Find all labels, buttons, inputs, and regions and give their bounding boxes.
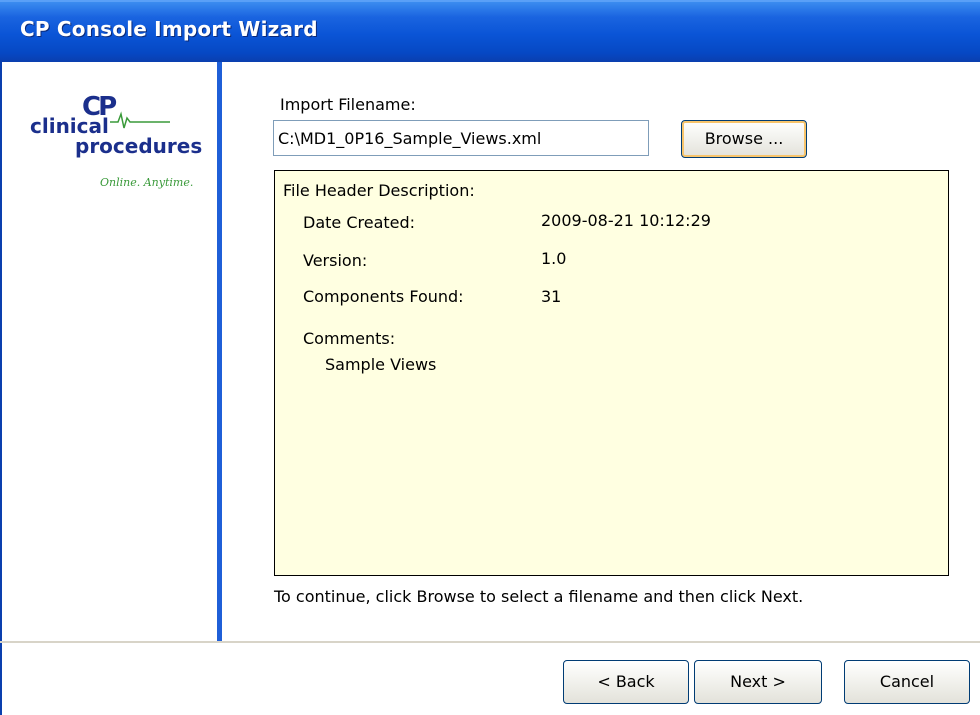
window-title: CP Console Import Wizard	[20, 17, 318, 41]
logo-word-procedures: procedures	[75, 134, 203, 158]
file-header-panel: File Header Description: Date Created: 2…	[274, 170, 949, 576]
sidebar-divider	[217, 62, 222, 642]
wizard-footer	[0, 643, 980, 715]
version-label: Version:	[303, 251, 368, 270]
comments-value: Sample Views	[325, 355, 437, 374]
browse-button[interactable]: Browse ...	[681, 120, 807, 158]
title-bar: CP Console Import Wizard	[0, 0, 980, 62]
comments-label: Comments:	[303, 329, 396, 348]
cancel-button[interactable]: Cancel	[844, 660, 970, 704]
file-header-title: File Header Description:	[283, 181, 475, 200]
date-created-label: Date Created:	[303, 213, 416, 232]
date-created-value: 2009-08-21 10:12:29	[541, 211, 711, 230]
logo-tagline: Online. Anytime.	[100, 176, 194, 189]
back-button[interactable]: < Back	[563, 660, 689, 704]
clinical-procedures-logo: CP clinical procedures Online. Anytime.	[30, 92, 203, 192]
next-button[interactable]: Next >	[694, 660, 822, 704]
version-value: 1.0	[541, 249, 567, 268]
heartbeat-line-icon	[110, 111, 170, 129]
import-filename-label: Import Filename:	[280, 95, 416, 114]
import-filename-input[interactable]	[273, 120, 649, 156]
components-found-label: Components Found:	[303, 287, 464, 306]
components-found-value: 31	[541, 287, 562, 306]
instruction-text: To continue, click Browse to select a fi…	[274, 587, 804, 606]
